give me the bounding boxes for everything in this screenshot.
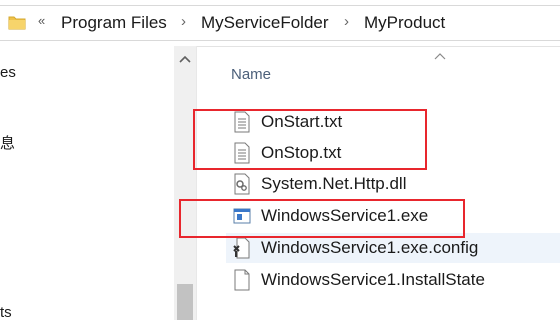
column-header-name[interactable]: Name xyxy=(231,66,271,83)
highlight-box-exe-file xyxy=(179,199,465,238)
breadcrumb-item-program-files[interactable]: Program Files xyxy=(61,13,167,33)
nav-item-label[interactable]: ts xyxy=(0,304,12,321)
breadcrumb-separator-icon[interactable]: › xyxy=(344,13,349,30)
breadcrumb-separator-icon[interactable]: › xyxy=(181,13,186,30)
file-row-windowsservice1-installstate[interactable]: WindowsService1.InstallState xyxy=(226,265,560,295)
scrollbar-thumb[interactable] xyxy=(177,284,193,320)
breadcrumb-overflow-icon[interactable]: « xyxy=(38,13,45,28)
blank-file-icon xyxy=(234,269,250,291)
nav-item-label[interactable]: es xyxy=(0,64,16,81)
navigation-pane: es 息 ts xyxy=(0,46,196,321)
highlight-box-txt-files xyxy=(193,109,427,170)
dll-file-icon xyxy=(234,173,250,195)
address-bar: « Program Files › MyServiceFolder › MyPr… xyxy=(0,0,560,47)
file-row-system-net-http[interactable]: System.Net.Http.dll xyxy=(226,169,560,199)
file-name: System.Net.Http.dll xyxy=(261,174,407,193)
breadcrumb[interactable]: « Program Files › MyServiceFolder › MyPr… xyxy=(0,5,560,41)
scroll-up-icon[interactable] xyxy=(179,54,191,64)
breadcrumb-item-myservicefolder[interactable]: MyServiceFolder xyxy=(201,13,329,33)
config-file-icon xyxy=(233,237,250,259)
breadcrumb-item-myproduct[interactable]: MyProduct xyxy=(364,13,445,33)
file-name: WindowsService1.exe.config xyxy=(261,238,479,257)
file-name: WindowsService1.InstallState xyxy=(261,270,485,289)
folder-icon xyxy=(8,16,26,30)
nav-item-label[interactable]: 息 xyxy=(0,132,15,153)
sort-ascending-icon xyxy=(434,53,446,60)
pane-divider[interactable] xyxy=(196,46,197,320)
nav-scrollbar[interactable] xyxy=(174,46,196,320)
